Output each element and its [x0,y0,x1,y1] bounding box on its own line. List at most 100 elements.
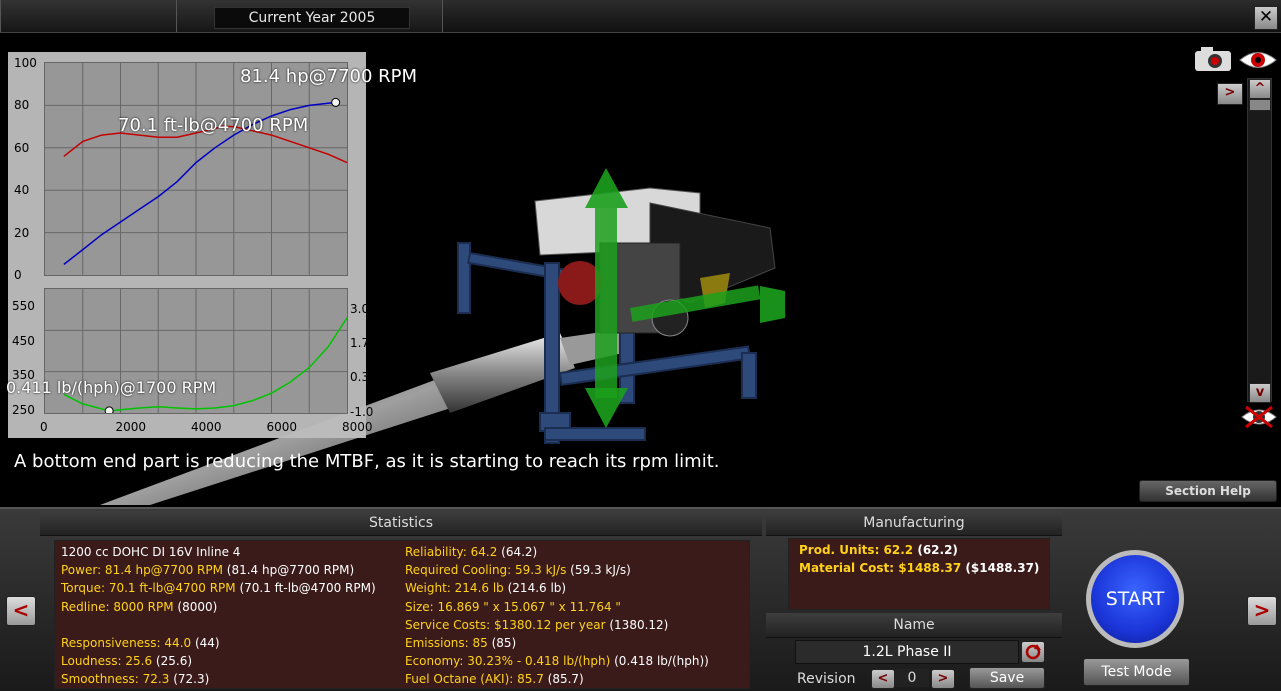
stat-row: Economy: 30.23% - 0.418 lb/(hph) (0.418 … [405,652,709,670]
prod-units-row: Prod. Units: 62.2 (62.2) [799,541,1039,559]
manufacturing-panel: Prod. Units: 62.2 (62.2) Material Cost: … [788,538,1050,610]
start-button[interactable]: START [1086,550,1184,648]
tick-label: 550 [12,299,35,313]
stat-label: Service Costs: $1380.12 per year [405,617,606,632]
stat-value: (81.4 hp@7700 RPM) [222,563,355,578]
test-mode-button[interactable]: Test Mode [1083,658,1190,686]
tick-label: 3.0 [350,302,370,316]
tick-label: 6000 [266,420,298,434]
tick-label: 8000 [342,420,373,434]
stat-row: Redline: 8000 RPM (8000) [61,598,376,616]
stat-row: Torque: 70.1 ft-lb@4700 RPM (70.1 ft-lb@… [61,579,376,597]
current-year-display: Current Year 2005 [214,7,410,29]
torque-peak-label: 70.1 ft-lb@4700 RPM [118,115,309,136]
scroll-up-button[interactable]: ^ [1249,79,1271,99]
stat-label: Emissions: 85 [405,635,488,650]
stat-row: Emissions: 85 (85) [405,634,709,652]
stat-label: Weight: 214.6 lb [405,581,504,596]
top-bar-segment [0,0,177,32]
stat-label: Size: 16.869 " x 15.067 " x 11.764 " [405,599,621,614]
stat-label: Smoothness: 72.3 [61,672,170,687]
hide-view-icon[interactable] [1240,405,1278,429]
manufacturing-heading: Manufacturing [766,511,1062,536]
material-cost-row: Material Cost: $1488.37 ($1488.37) [799,559,1039,577]
top-bar: Current Year 2005 ✕ [0,0,1281,33]
name-heading: Name [766,613,1062,638]
revision-decrement-button[interactable]: < [871,669,895,689]
stat-value: (44) [191,635,220,650]
stat-value: (214.6 lb) [503,581,567,596]
randomize-name-icon[interactable] [1021,641,1045,663]
tick-label: -1.0 [350,404,374,419]
stat-value: (59.3 kJ/s) [566,563,631,578]
stat-row: Required Cooling: 59.3 kJ/s (59.3 kJ/s) [405,561,709,579]
next-button[interactable]: > [1247,596,1277,626]
tick-label: 450 [12,333,35,348]
stat-row: Size: 16.869 " x 15.067 " x 11.764 " [405,598,709,616]
camera-icon[interactable] [1193,45,1233,71]
engine-name-field[interactable]: 1.2L Phase II [795,640,1019,664]
stat-label: Reliability: 64.2 [405,545,498,559]
statistics-right-column: Reliability: 64.2 (64.2) Required Cooling… [405,543,709,689]
stat-row: Fuel Octane (AKI): 85.7 (85.7) [405,670,709,688]
power-peak-marker [331,97,341,107]
economy-min-marker [104,406,114,413]
prod-units-label: Prod. Units: 62.2 [799,543,914,557]
stat-row: Smoothness: 72.3 (72.3) [61,670,376,688]
status-message: A bottom end part is reducing the MTBF, … [14,451,720,472]
stat-value: (1380.12) [605,617,669,632]
tick-label: 20 [14,225,30,240]
stat-row: 1200 cc DOHC DI 16V Inline 4 [61,543,376,561]
statistics-panel: 1200 cc DOHC DI 16V Inline 4 Power: 81.4 … [54,540,750,689]
section-help-button[interactable]: Section Help [1139,480,1277,502]
tick-label: 80 [14,98,30,113]
tick-label: 0 [14,268,22,282]
camera-slider-thumb[interactable] [1249,99,1271,111]
stat-label: 1200 cc DOHC DI 16V Inline 4 [61,545,241,559]
stat-label: Redline: 8000 RPM [61,599,174,614]
previous-button[interactable]: < [6,596,36,626]
power-torque-svg [45,63,347,275]
stat-value: (0.418 lb/(hph)) [610,654,709,669]
tick-label: 1.7 [350,336,370,351]
stat-row: Loudness: 25.6 (25.6) [61,652,376,670]
expand-panel-button[interactable]: > [1217,83,1243,105]
tick-label: 100 [14,56,37,70]
stat-value: (70.1 ft-lb@4700 RPM) [235,581,376,596]
stat-row: Responsiveness: 44.0 (44) [61,634,376,652]
close-button[interactable]: ✕ [1254,6,1278,30]
stat-value: (85) [487,635,517,650]
scroll-down-button[interactable]: v [1249,383,1271,403]
stat-row: Reliability: 64.2 (64.2) [405,543,709,561]
prod-units-value: (62.2) [913,543,958,557]
material-cost-label: Material Cost: $1488.37 [799,561,962,576]
stat-label: Loudness: 25.6 [61,654,153,669]
stat-value: (8000) [173,599,218,614]
stat-value: (25.6) [152,654,193,669]
stat-value: (72.3) [169,672,210,687]
tick-label: 2000 [115,420,147,434]
stat-value: (64.2) [497,545,538,559]
revision-value: 0 [895,669,929,687]
power-peak-label: 81.4 hp@7700 RPM [240,66,418,87]
revision-increment-button[interactable]: > [931,669,955,689]
statistics-heading: Statistics [40,511,762,536]
stat-label: Responsiveness: 44.0 [61,635,192,650]
camera-slider-track[interactable] [1247,78,1272,402]
stat-label: Economy: 30.23% - 0.418 lb/(hph) [405,654,611,669]
economy-min-label: 0.411 lb/(hph)@1700 RPM [6,378,217,397]
tick-label: 0.3 [350,370,370,385]
tick-label: 60 [14,140,30,155]
eye-icon[interactable] [1238,47,1278,73]
tick-label: 4000 [191,420,222,434]
power-torque-plot [44,62,348,276]
tick-label: 0 [40,420,48,434]
stat-value: (85.7) [543,672,584,687]
material-cost-value: ($1488.37) [961,561,1040,576]
stat-label: Required Cooling: 59.3 kJ/s [405,563,567,578]
stat-row: Weight: 214.6 lb (214.6 lb) [405,579,709,597]
revision-label: Revision [797,671,856,687]
save-button[interactable]: Save [969,667,1045,689]
tick-label: 250 [12,403,35,418]
tick-label: 40 [14,183,30,198]
